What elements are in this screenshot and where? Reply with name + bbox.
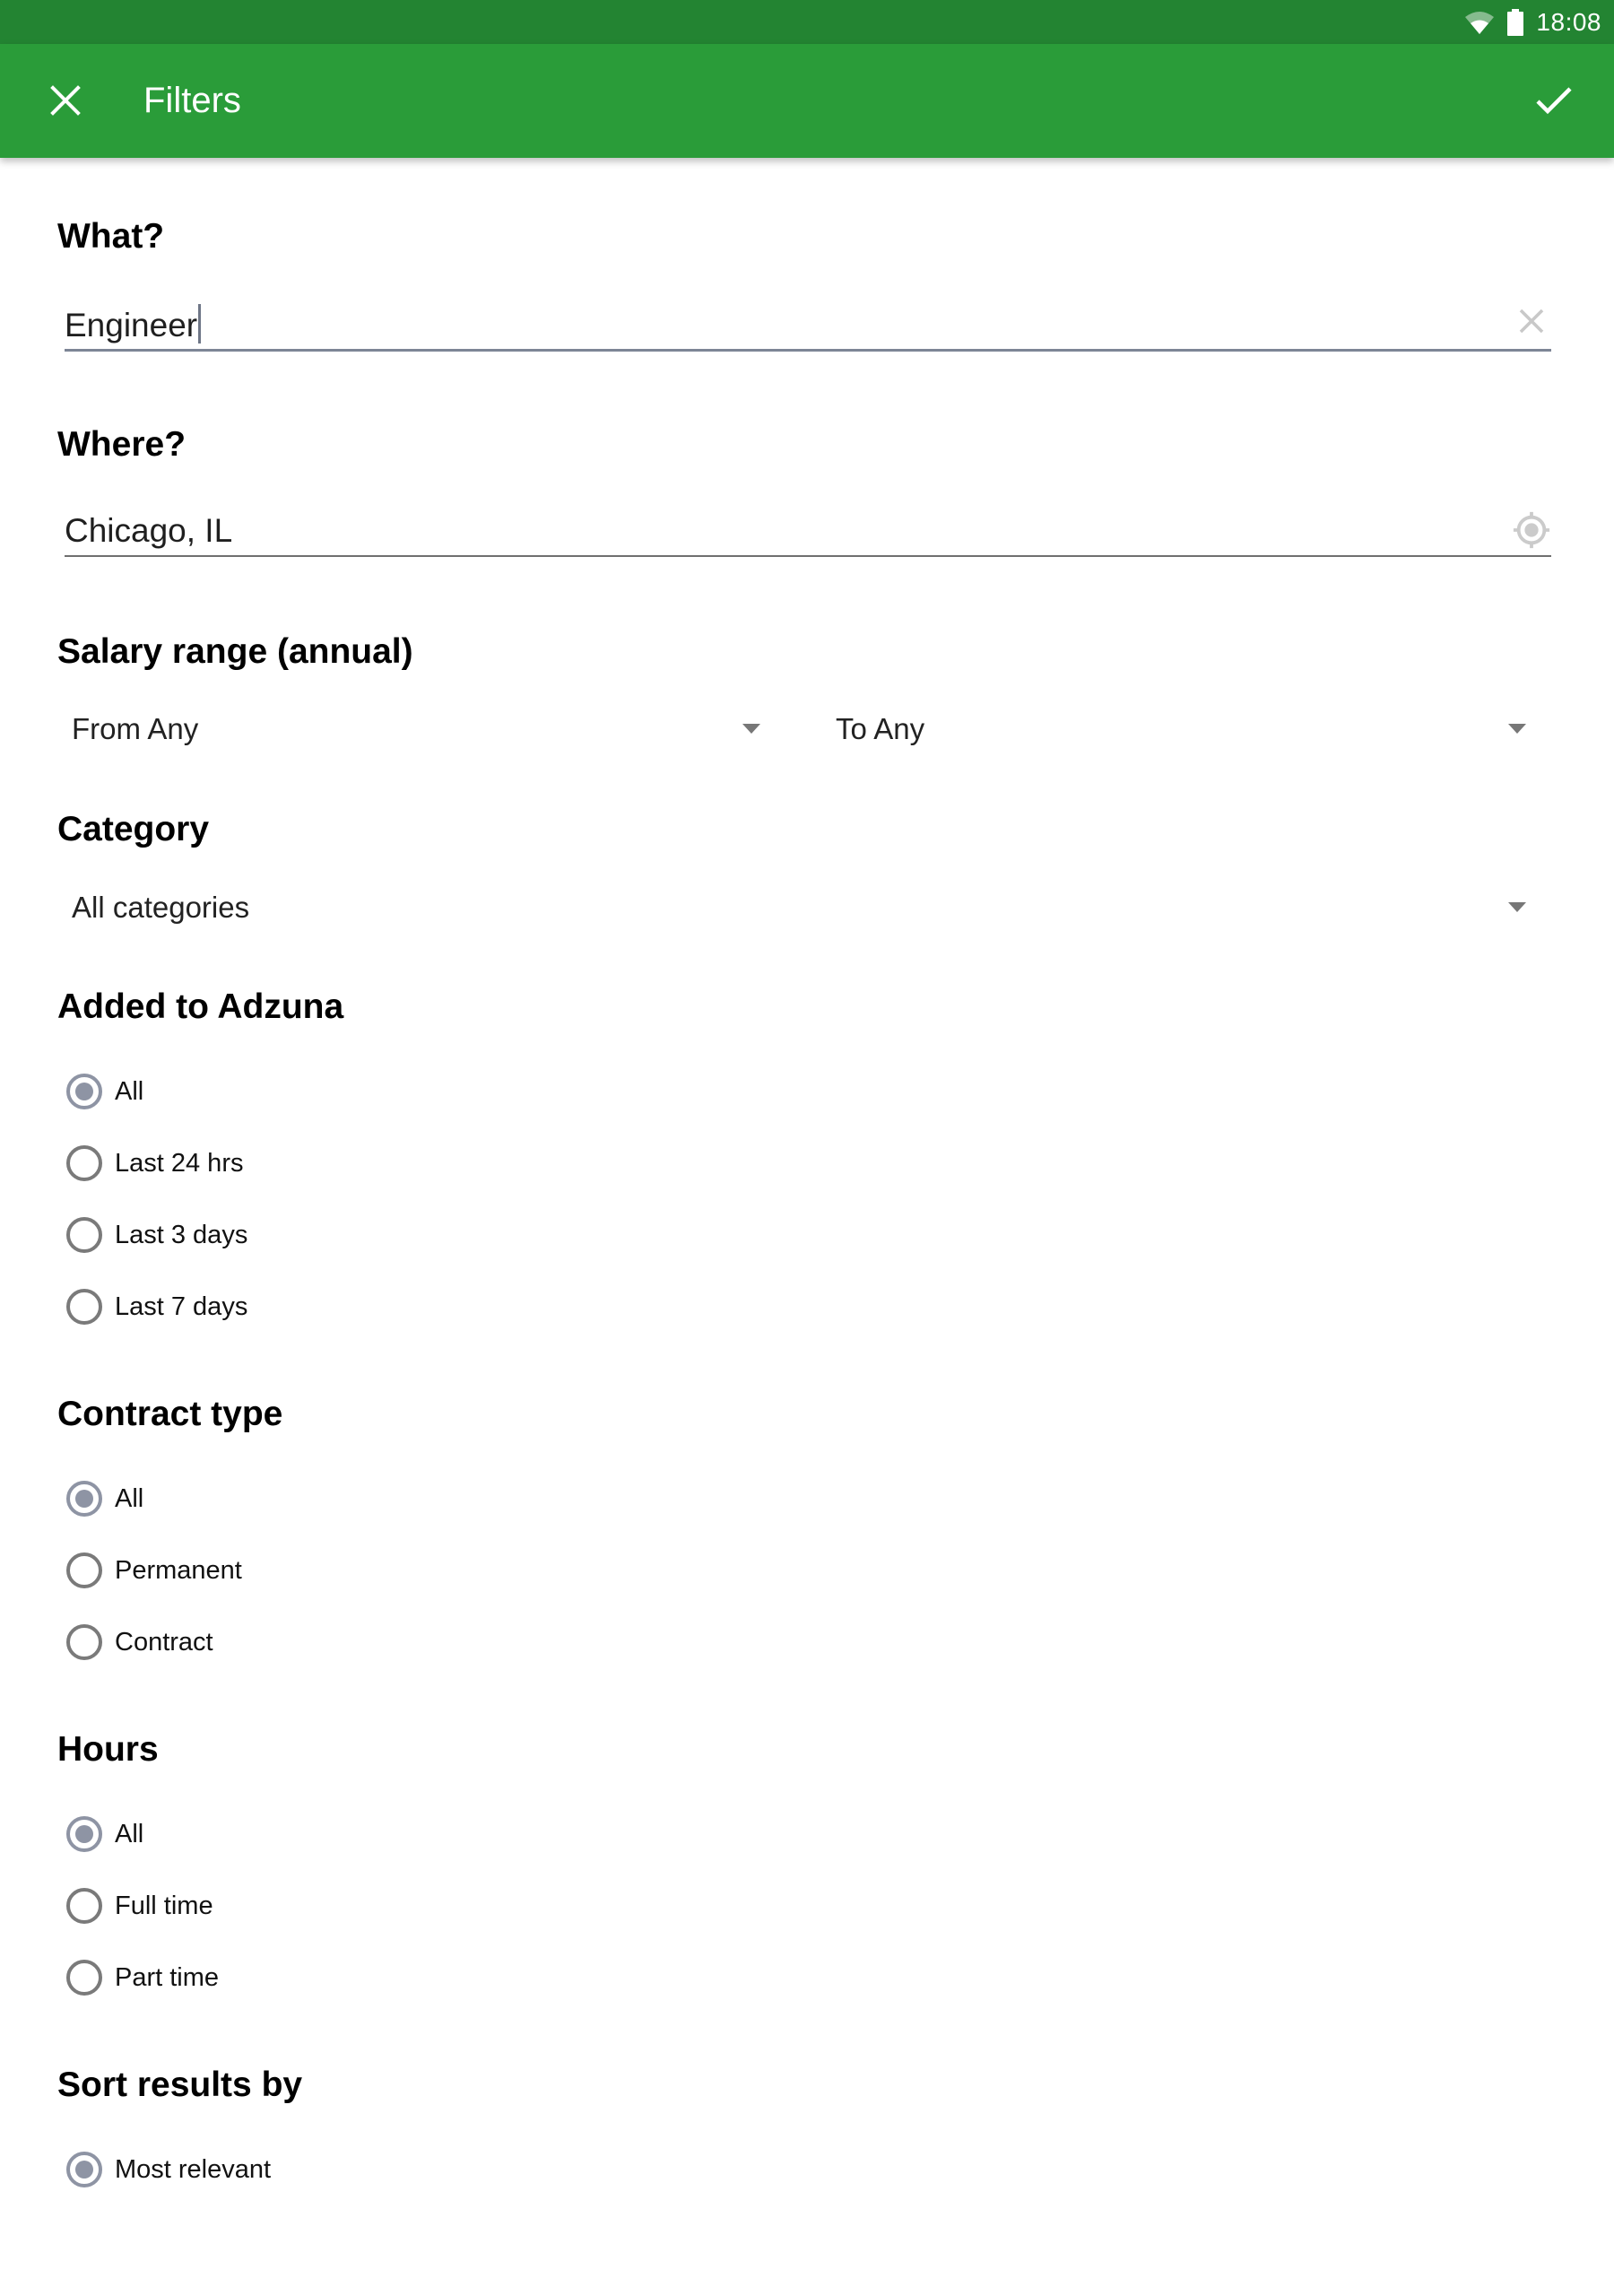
radio-contract-permanent[interactable]: Permanent xyxy=(66,1544,242,1597)
what-heading: What? xyxy=(57,217,165,256)
what-input-underline xyxy=(65,349,1551,352)
radio-hours-all[interactable]: All xyxy=(66,1807,143,1861)
my-location-icon xyxy=(1513,511,1550,549)
radio-button[interactable] xyxy=(66,1217,102,1253)
radio-label: Contract xyxy=(115,1627,213,1657)
radio-label: Last 3 days xyxy=(115,1220,248,1249)
status-bar: 18:08 xyxy=(0,0,1614,44)
radio-label: Last 7 days xyxy=(115,1292,248,1321)
contract-heading: Contract type xyxy=(57,1395,283,1433)
radio-button[interactable] xyxy=(66,1552,102,1588)
close-button[interactable] xyxy=(34,69,97,132)
text-cursor xyxy=(198,304,202,344)
radio-button[interactable] xyxy=(66,1074,102,1109)
dropdown-arrow-icon xyxy=(1508,902,1526,912)
apply-filters-button[interactable] xyxy=(1523,69,1585,132)
app-bar: Filters xyxy=(0,44,1614,158)
radio-contract-all[interactable]: All xyxy=(66,1472,143,1526)
sort-heading: Sort results by xyxy=(57,2066,303,2104)
radio-added-all[interactable]: All xyxy=(66,1065,143,1118)
radio-label: Full time xyxy=(115,1891,213,1920)
radio-button[interactable] xyxy=(66,1145,102,1181)
dropdown-arrow-icon xyxy=(742,724,760,734)
radio-button[interactable] xyxy=(66,2152,102,2187)
hours-heading: Hours xyxy=(57,1730,159,1769)
radio-added-3days[interactable]: Last 3 days xyxy=(66,1208,247,1262)
radio-label: Permanent xyxy=(115,1555,242,1585)
page-title: Filters xyxy=(143,81,241,120)
what-input-text: Engineer xyxy=(65,307,198,344)
radio-label: All xyxy=(115,1819,144,1848)
radio-contract-contract[interactable]: Contract xyxy=(66,1615,213,1669)
battery-icon xyxy=(1507,8,1524,36)
salary-to-dropdown[interactable]: To Any xyxy=(829,698,1526,761)
what-input-value: Engineer xyxy=(65,304,202,344)
salary-from-dropdown[interactable]: From Any xyxy=(65,698,760,761)
radio-label: Most relevant xyxy=(115,2154,272,2184)
salary-to-value: To Any xyxy=(836,712,925,745)
radio-label: All xyxy=(115,1483,144,1513)
my-location-button[interactable] xyxy=(1512,510,1551,550)
close-icon xyxy=(50,85,81,116)
check-icon xyxy=(1536,87,1572,115)
radio-added-7days[interactable]: Last 7 days xyxy=(66,1280,247,1334)
where-heading: Where? xyxy=(57,425,187,464)
what-input[interactable]: Engineer xyxy=(65,294,1551,352)
radio-button[interactable] xyxy=(66,1816,102,1852)
where-input-value: Chicago, IL xyxy=(65,512,233,549)
radio-button[interactable] xyxy=(66,1289,102,1325)
status-time: 18:08 xyxy=(1536,7,1601,36)
radio-label: Last 24 hrs xyxy=(115,1148,244,1178)
wifi-icon xyxy=(1465,11,1495,34)
radio-button[interactable] xyxy=(66,1624,102,1660)
radio-hours-full-time[interactable]: Full time xyxy=(66,1879,213,1933)
added-heading: Added to Adzuna xyxy=(57,987,344,1026)
radio-sort-most-relevant[interactable]: Most relevant xyxy=(66,2143,271,2196)
radio-hours-part-time[interactable]: Part time xyxy=(66,1951,219,2005)
where-input[interactable]: Chicago, IL xyxy=(65,500,1551,557)
salary-from-value: From Any xyxy=(72,712,199,745)
clear-icon xyxy=(1519,309,1544,334)
category-value: All categories xyxy=(72,891,250,924)
dropdown-arrow-icon xyxy=(1508,724,1526,734)
category-dropdown[interactable]: All categories xyxy=(65,876,1526,939)
radio-added-24hrs[interactable]: Last 24 hrs xyxy=(66,1136,243,1190)
radio-button[interactable] xyxy=(66,1888,102,1924)
category-heading: Category xyxy=(57,810,210,848)
radio-button[interactable] xyxy=(66,1481,102,1517)
radio-label: Part time xyxy=(115,1962,220,1992)
radio-button[interactable] xyxy=(66,1960,102,1996)
salary-heading: Salary range (annual) xyxy=(57,632,413,671)
clear-button[interactable] xyxy=(1512,301,1551,341)
radio-label: All xyxy=(115,1076,144,1106)
status-icons: 18:08 xyxy=(1464,0,1601,44)
where-input-underline xyxy=(65,555,1551,557)
